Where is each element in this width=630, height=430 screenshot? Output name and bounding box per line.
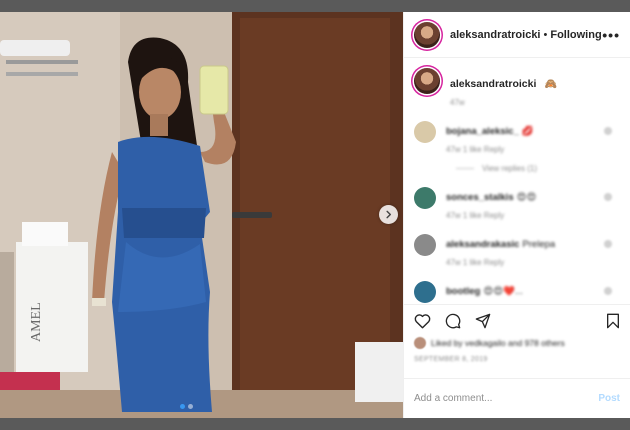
post-side-panel: aleksandratroicki • Following ••• aleksa… — [403, 12, 630, 418]
comment-like-icon[interactable] — [604, 127, 612, 135]
comment-like-icon[interactable] — [604, 193, 612, 201]
comment-meta: 47w 1 like Reply — [446, 211, 505, 220]
add-comment-input[interactable] — [414, 393, 599, 404]
header-separator: • — [543, 28, 548, 41]
post-comment-button[interactable]: Post — [598, 393, 620, 404]
comment-like-icon[interactable] — [604, 240, 612, 248]
replies-divider — [456, 168, 474, 169]
comment-avatar[interactable] — [414, 281, 436, 303]
carousel-indicator — [180, 404, 193, 409]
caption-text: 🙈 — [544, 79, 558, 90]
caption-avatar[interactable] — [414, 68, 440, 94]
comment-username[interactable]: bojana_aleksic_ — [446, 126, 519, 137]
post-photo[interactable]: AMEL — [0, 12, 403, 418]
comment-avatar[interactable] — [414, 121, 436, 143]
view-replies-button[interactable]: View replies (1) — [456, 164, 620, 173]
comment-username[interactable]: aleksandrakasic — [446, 239, 519, 250]
window-top-bar — [0, 0, 630, 12]
comments-list[interactable]: aleksandratroicki 🙈 47w bojana_aleksic_ 💋… — [404, 58, 630, 304]
likes-summary[interactable]: Liked by vedkagailo and 978 others — [414, 337, 620, 349]
comment-text: 💋 — [521, 126, 534, 137]
svg-text:AMEL: AMEL — [29, 302, 44, 342]
paper-plane-icon[interactable] — [475, 313, 491, 329]
comment-meta: 47w 1 like Reply — [446, 258, 505, 267]
comment-text: Prelepa — [522, 239, 556, 250]
post-actions: Liked by vedkagailo and 978 others SEPTE… — [404, 304, 630, 378]
carousel-dot — [188, 404, 193, 409]
post-header: aleksandratroicki • Following ••• — [404, 12, 630, 58]
comment-item: aleksandrakasic Prelepa 47w 1 like Reply — [414, 234, 620, 267]
photo-illustration: AMEL — [0, 12, 403, 418]
follow-status-button[interactable]: Following — [550, 29, 601, 41]
comment-avatar[interactable] — [414, 187, 436, 209]
comment-meta: 47w 1 like Reply — [446, 145, 505, 154]
comment-avatar[interactable] — [414, 234, 436, 256]
view-replies-label: View replies (1) — [482, 164, 537, 173]
author-avatar[interactable] — [414, 21, 440, 48]
next-photo-button[interactable] — [379, 205, 398, 224]
add-comment-bar: Post — [404, 378, 630, 418]
liker-avatar — [414, 337, 426, 349]
comment-item: sonces_stalkis 😍😍 47w 1 like Reply — [414, 187, 620, 220]
likes-text[interactable]: Liked by vedkagailo and 978 others — [431, 338, 565, 348]
comment-like-icon[interactable] — [604, 287, 612, 295]
heart-outline-icon[interactable] — [414, 313, 431, 329]
comment-bubble-icon[interactable] — [445, 313, 461, 329]
caption-time: 47w — [450, 98, 465, 107]
chevron-right-icon — [386, 210, 392, 219]
comment-item: bootleg 😍😍❤️... — [414, 281, 620, 303]
post-modal: AMEL aleksandratroicki • Following ••• a… — [0, 12, 630, 418]
bookmark-icon[interactable] — [606, 313, 620, 329]
comment-text: 😍😍❤️... — [483, 286, 523, 297]
comment-username[interactable]: bootleg — [446, 286, 480, 297]
action-icons-row — [414, 313, 620, 329]
post-date: SEPTEMBER 8, 2019 — [414, 356, 488, 363]
author-username[interactable]: aleksandratroicki — [450, 29, 541, 41]
carousel-dot-active — [180, 404, 185, 409]
comment-item: bojana_aleksic_ 💋 47w 1 like Reply — [414, 121, 620, 154]
caption-username[interactable]: aleksandratroicki — [450, 78, 536, 90]
window-bottom-bar — [0, 418, 630, 430]
more-options-button[interactable]: ••• — [602, 27, 620, 43]
comment-text: 😍😍 — [516, 192, 537, 203]
post-caption: aleksandratroicki 🙈 47w — [414, 68, 620, 107]
comment-username[interactable]: sonces_stalkis — [446, 192, 514, 203]
